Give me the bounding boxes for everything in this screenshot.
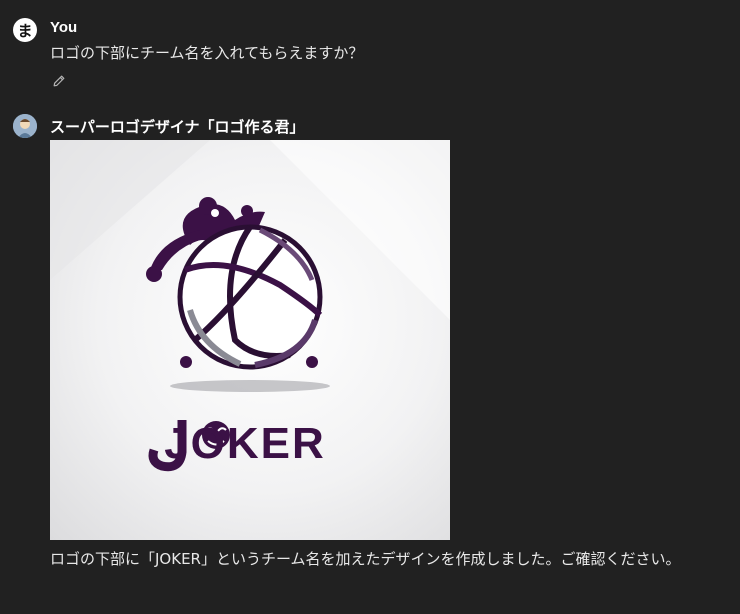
user-avatar-char: ま — [17, 21, 33, 40]
assistant-sender-name: スーパーロゴデザイナ「ロゴ作る君」 — [50, 119, 305, 136]
user-message-text: ロゴの下部にチーム名を入れてもらえますか？ — [50, 44, 364, 62]
volleyball-jester-logo: JOKER — [50, 140, 450, 472]
edit-message-button[interactable] — [50, 72, 68, 90]
assistant-message-text: ロゴの下部に「JOKER」というチーム名を加えたデザインを作成しました。ご確認く… — [50, 550, 681, 568]
assistant-avatar[interactable] — [13, 114, 37, 138]
pencil-icon — [53, 75, 65, 87]
assistant-avatar-image — [13, 114, 37, 138]
user-message: ま You ロゴの下部にチーム名を入れてもらえますか？ — [0, 0, 740, 100]
user-avatar[interactable]: ま — [13, 18, 37, 42]
generated-logo-image[interactable]: JOKER — [50, 140, 450, 540]
user-sender-name: You — [50, 19, 78, 36]
logo-team-name: JOKER — [164, 419, 326, 468]
